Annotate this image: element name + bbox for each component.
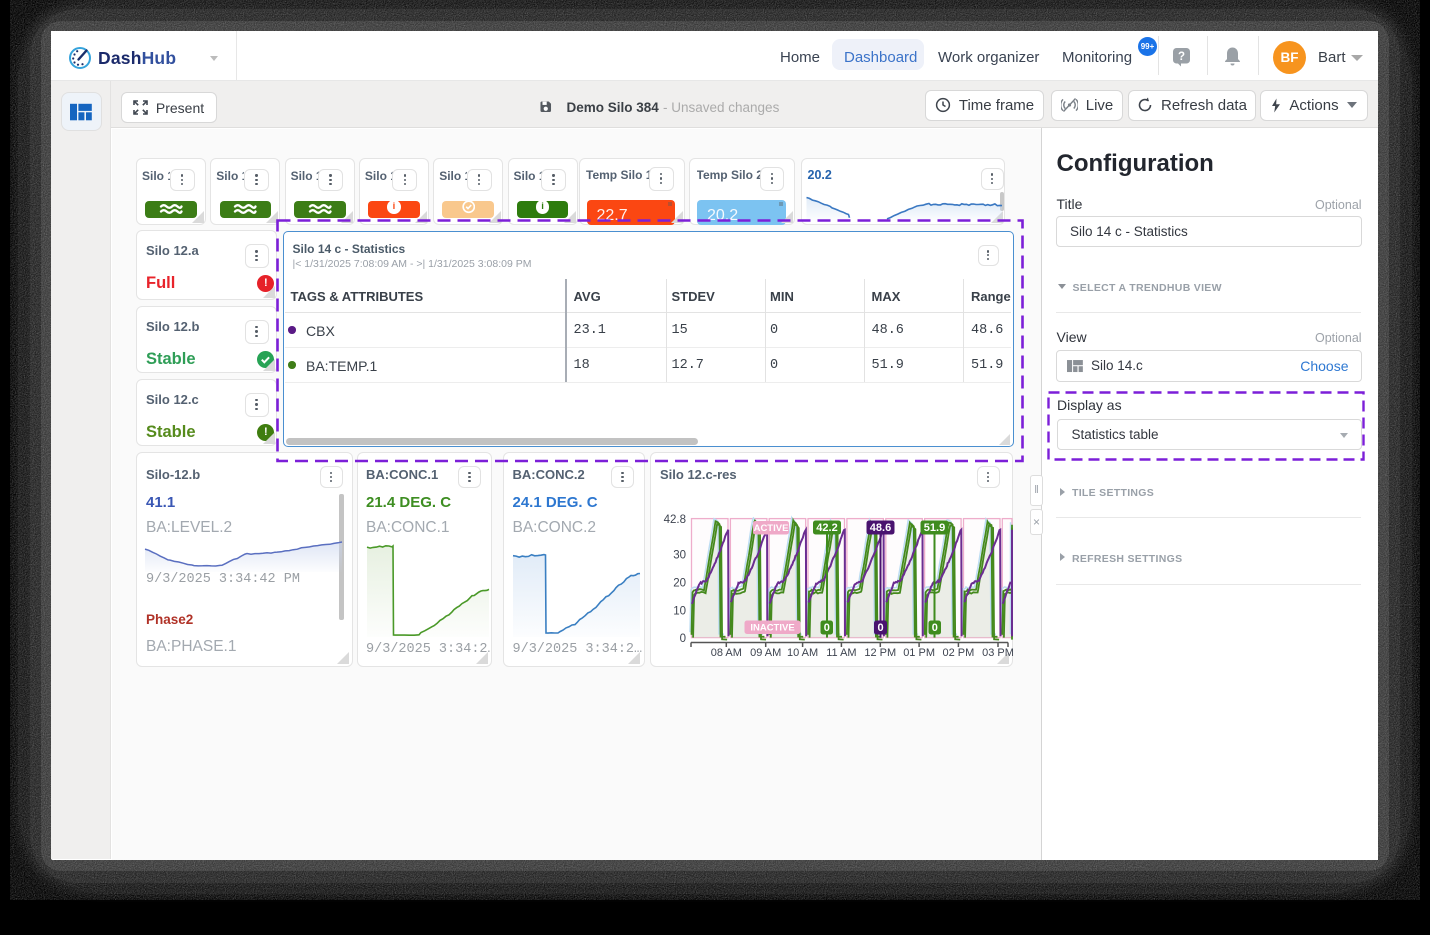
svg-text:?: ? [1178, 51, 1185, 63]
